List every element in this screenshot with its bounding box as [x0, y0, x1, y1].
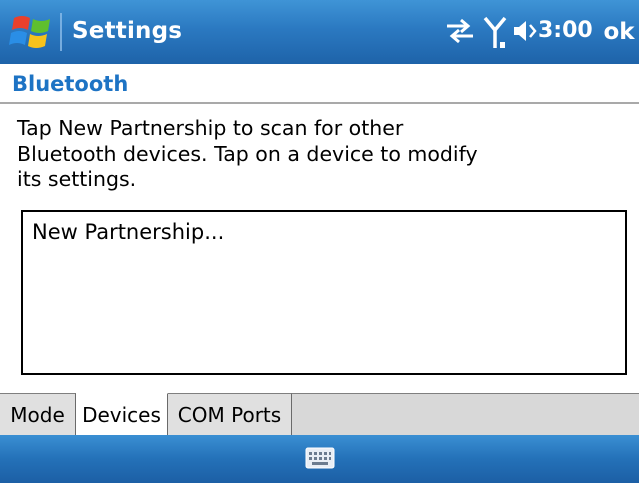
- signal-icon[interactable]: [483, 16, 509, 50]
- ok-button[interactable]: ok: [601, 14, 637, 50]
- clock[interactable]: 3:00: [538, 18, 593, 43]
- tab-devices[interactable]: Devices: [76, 393, 168, 435]
- title-separator: [60, 13, 62, 51]
- start-button[interactable]: [8, 10, 56, 54]
- tab-mode[interactable]: Mode: [0, 393, 76, 435]
- instructions-text: Tap New Partnership to scan for other Bl…: [17, 116, 478, 191]
- tab-com-ports[interactable]: COM Ports: [168, 393, 292, 435]
- input-panel-button[interactable]: [305, 446, 335, 470]
- heading-divider: [0, 102, 639, 104]
- tab-bar: Mode Devices COM Ports: [0, 393, 639, 436]
- keyboard-icon: [305, 447, 335, 469]
- new-partnership-item[interactable]: New Partnership...: [32, 220, 224, 244]
- windows-start-icon: [9, 16, 50, 48]
- connectivity-icon[interactable]: [443, 16, 477, 46]
- speaker-icon[interactable]: [512, 16, 538, 46]
- device-list[interactable]: New Partnership...: [21, 210, 627, 375]
- page-title: Bluetooth: [12, 72, 129, 96]
- app-title: Settings: [72, 18, 183, 44]
- title-bar: Settings 3:00 ok: [0, 0, 639, 64]
- menu-bar: [0, 435, 639, 483]
